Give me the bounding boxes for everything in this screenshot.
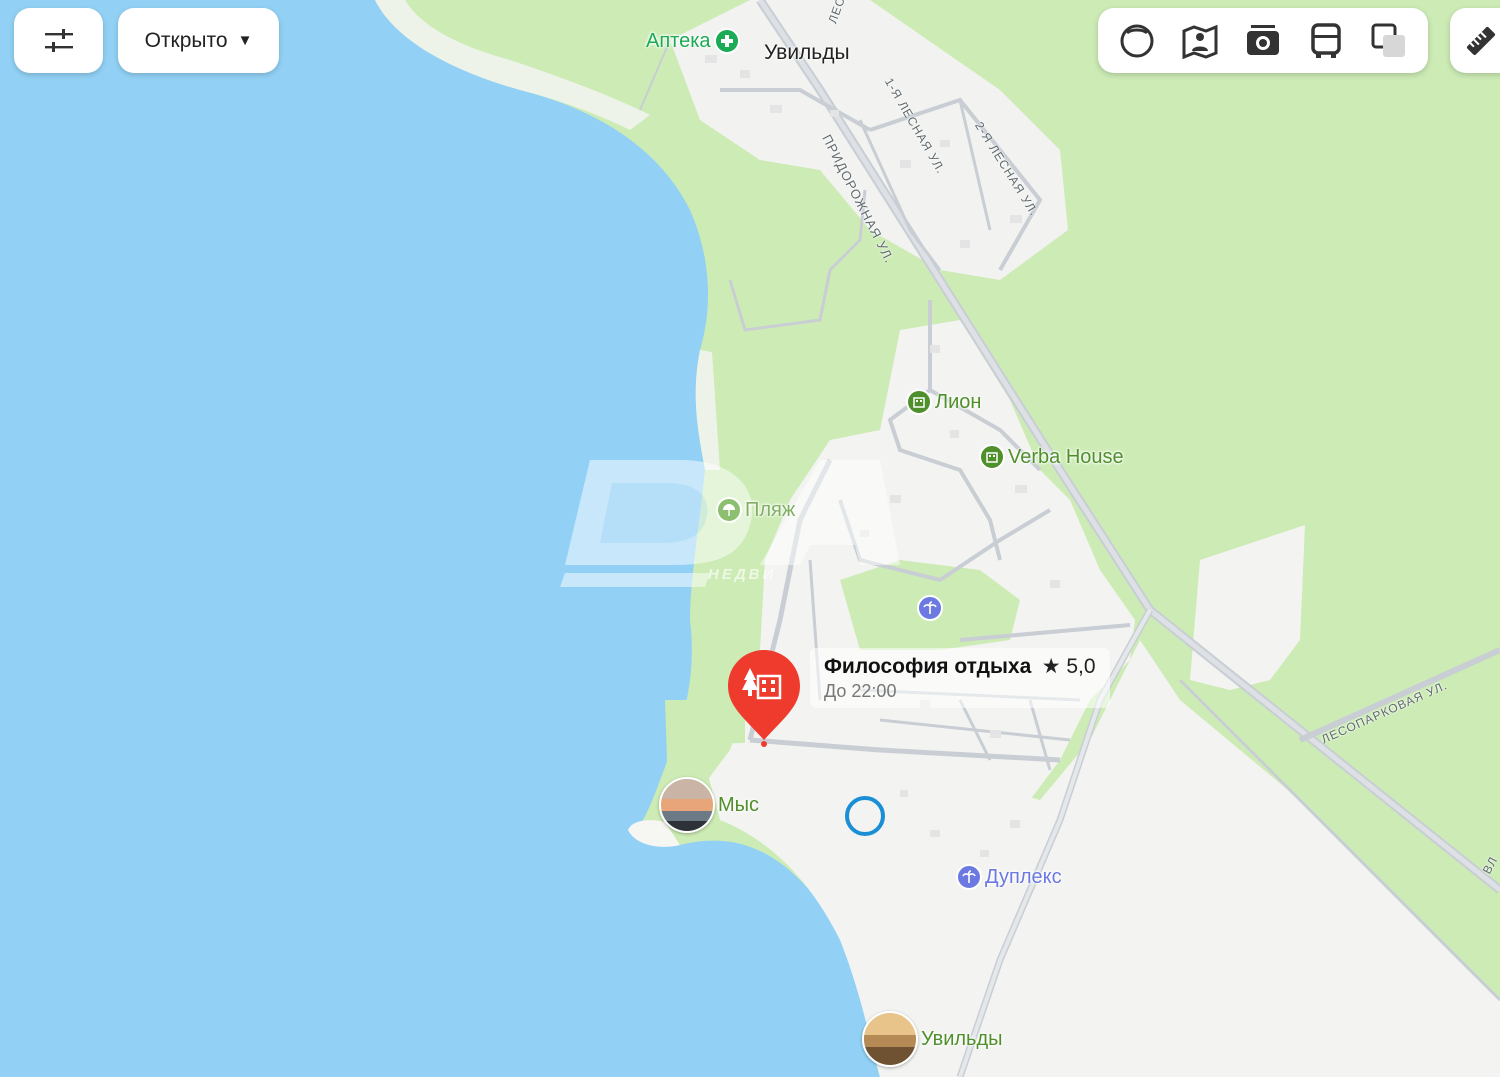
map-canvas[interactable]	[0, 0, 1500, 1077]
hotel-icon	[906, 389, 932, 415]
poi-cape-label: Мыс	[718, 793, 760, 816]
photos-button[interactable]	[1238, 16, 1288, 66]
filters-button[interactable]	[14, 8, 103, 73]
map-book-icon	[1182, 24, 1218, 59]
poi-duplex[interactable]: Дуплекс	[956, 864, 1062, 890]
selected-place-title: Философия отдыха	[824, 655, 1032, 678]
map-book-button[interactable]	[1175, 16, 1225, 66]
sliders-icon	[44, 28, 73, 52]
poi-cape[interactable]: Мыс	[659, 777, 759, 833]
layers-icon	[1371, 23, 1405, 57]
poi-lion[interactable]: Лион	[906, 389, 981, 415]
poi-verba-house-label: Verba House	[1008, 445, 1124, 468]
chevron-down-icon: ▼	[237, 32, 253, 49]
cape-photo-thumbnail	[659, 777, 715, 833]
pharmacy-cross-icon	[713, 28, 740, 54]
open-now-filter-dropdown[interactable]: Открыто ▼	[118, 8, 279, 73]
watermark-subtext: НЕДВИ	[708, 566, 777, 583]
user-location-marker[interactable]	[845, 796, 885, 836]
poi-uvildy-south-label: Увильды	[921, 1027, 1003, 1050]
poi-uvildy-south[interactable]: Увильды	[862, 1011, 1003, 1067]
layers-button[interactable]	[1364, 16, 1414, 66]
camera-icon	[1246, 24, 1279, 55]
open-now-filter-label: Открыто	[144, 28, 228, 52]
panorama-icon	[1120, 24, 1154, 57]
poi-resort-unnamed[interactable]	[917, 595, 943, 621]
poi-lion-label: Лион	[935, 390, 982, 413]
ruler-button[interactable]	[1450, 8, 1500, 73]
ruler-icon	[1466, 26, 1496, 55]
selected-place-pin[interactable]	[726, 648, 802, 748]
palm-tree-icon	[917, 595, 943, 621]
poi-beach[interactable]: Пляж	[716, 497, 795, 523]
selected-place-hours: До 22:00	[824, 681, 897, 701]
hotel-icon	[979, 444, 1005, 470]
village-label-north: Увильды	[764, 41, 850, 64]
poi-pharmacy[interactable]: Аптека	[646, 28, 740, 54]
poi-pharmacy-label: Аптека	[646, 29, 711, 52]
selected-place-rating: ★ 5,0	[1041, 655, 1096, 678]
poi-verba-house[interactable]: Verba House	[979, 444, 1124, 470]
map-layers-panel	[1098, 8, 1428, 73]
map-view[interactable]: НЕДВИ Придорожная ул. 1-я Лесная ул. 2-я…	[0, 0, 1500, 1077]
beach-umbrella-icon	[716, 497, 742, 523]
bus-icon	[1311, 22, 1341, 58]
palm-tree-icon	[956, 864, 982, 890]
selected-place-card[interactable]: Философия отдыха ★ 5,0 До 22:00	[810, 648, 1110, 708]
poi-duplex-label: Дуплекс	[985, 865, 1062, 888]
uvildy-photo-thumbnail	[862, 1011, 918, 1067]
panorama-button[interactable]	[1112, 16, 1162, 66]
poi-beach-label: Пляж	[745, 498, 796, 521]
transit-button[interactable]	[1301, 16, 1351, 66]
